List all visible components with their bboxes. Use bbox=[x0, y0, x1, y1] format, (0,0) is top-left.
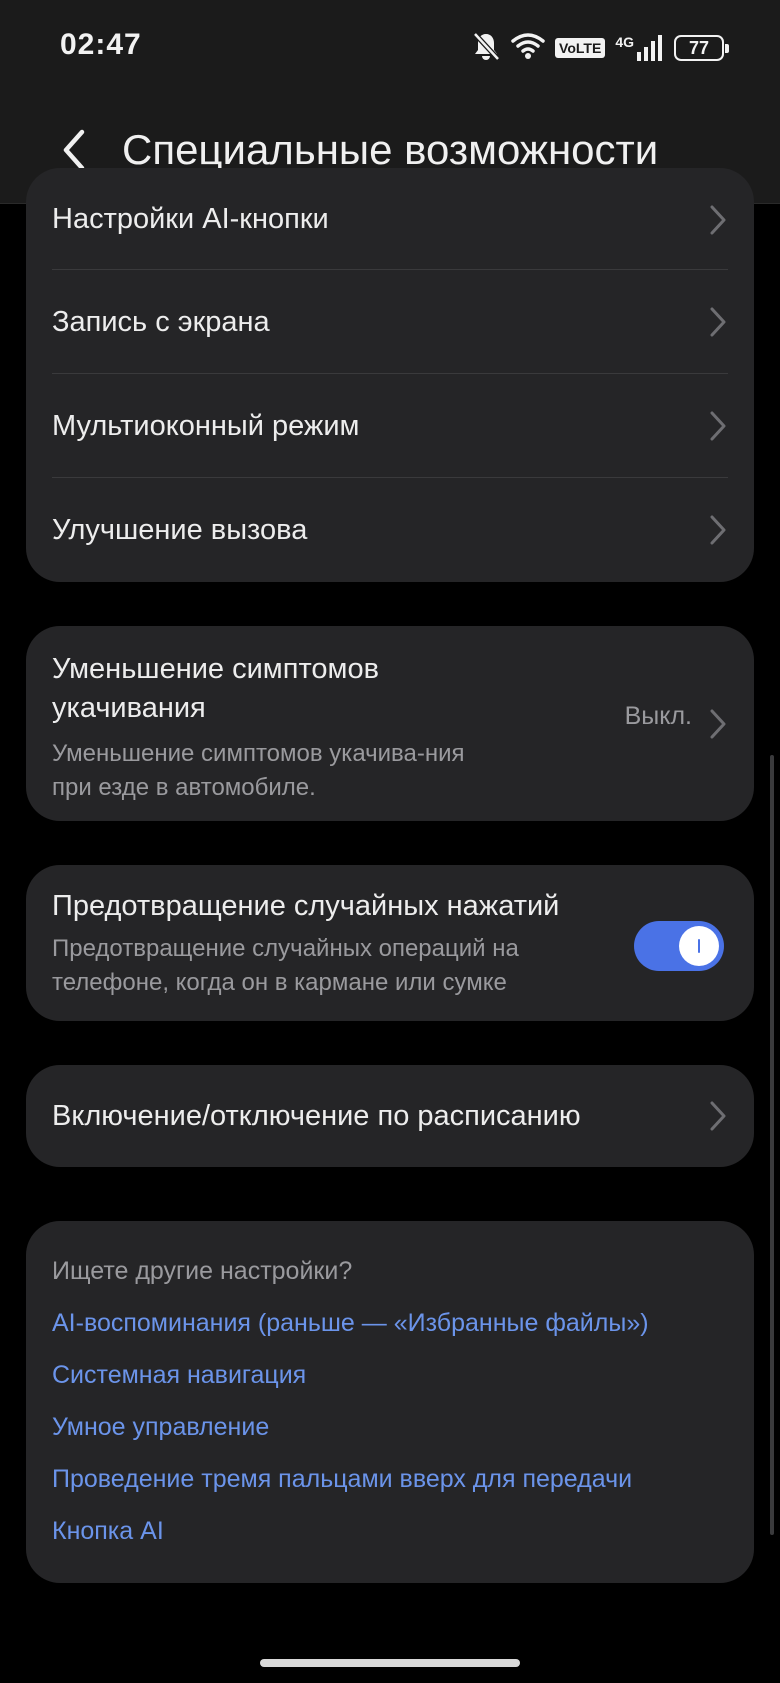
status-time: 02:47 bbox=[60, 28, 142, 61]
motion-sickness-subtitle: Уменьшение симптомов укачива-ния при езд… bbox=[52, 740, 465, 801]
row-label: Включение/отключение по расписанию bbox=[52, 1099, 581, 1132]
suggestion-link-system-nav[interactable]: Системная навигация bbox=[52, 1361, 306, 1390]
bell-off-icon bbox=[471, 30, 501, 67]
row-multiwindow[interactable]: Мультиоконный режим bbox=[26, 374, 754, 478]
schedule-card: Включение/отключение по расписанию bbox=[26, 1065, 754, 1167]
battery-icon: 77 bbox=[674, 35, 729, 61]
suggestion-link-ai-button[interactable]: Кнопка AI bbox=[52, 1517, 164, 1546]
accidental-touch-card: Предотвращение случайных нажатий Предотв… bbox=[26, 865, 754, 1021]
suggestions-title: Ищете другие настройки? bbox=[52, 1257, 353, 1285]
chevron-right-icon bbox=[710, 307, 726, 337]
row-label: Запись с экрана bbox=[52, 305, 270, 338]
chevron-right-icon bbox=[710, 709, 726, 738]
row-label: Улучшение вызова bbox=[52, 513, 308, 546]
chevron-left-icon bbox=[63, 129, 85, 171]
home-indicator[interactable] bbox=[260, 1659, 520, 1667]
battery-level: 77 bbox=[688, 37, 710, 58]
row-schedule-power[interactable]: Включение/отключение по расписанию bbox=[26, 1065, 754, 1167]
suggestion-link-ai-memories[interactable]: AI-воспоминания (раньше — «Избранные фай… bbox=[52, 1309, 649, 1338]
network-type: 4G bbox=[615, 34, 634, 50]
motion-sickness-title: Уменьшение симптомов укачивания bbox=[52, 653, 380, 724]
accidental-touch-toggle[interactable] bbox=[634, 921, 724, 971]
settings-card-main: Настройки AI-кнопки Запись с экрана Муль… bbox=[26, 168, 754, 582]
suggestion-link-smart-control[interactable]: Умное управление bbox=[52, 1413, 269, 1442]
status-bar: 02:47 VoLTE 4G 77 bbox=[0, 0, 780, 100]
row-label: Настройки AI-кнопки bbox=[52, 203, 329, 235]
wifi-icon bbox=[511, 32, 545, 65]
chevron-right-icon bbox=[710, 1101, 726, 1131]
accidental-touch-title: Предотвращение случайных нажатий bbox=[52, 890, 560, 922]
chevron-right-icon bbox=[710, 515, 726, 545]
row-ai-button-settings[interactable]: Настройки AI-кнопки bbox=[26, 168, 754, 270]
row-screen-record[interactable]: Запись с экрана bbox=[26, 270, 754, 374]
chevron-right-icon bbox=[710, 205, 726, 235]
chevron-right-icon bbox=[710, 411, 726, 441]
row-label: Мультиоконный режим bbox=[52, 409, 360, 442]
signal-icon: 4G bbox=[615, 34, 664, 62]
motion-sickness-value: Выкл. bbox=[624, 702, 692, 730]
accidental-touch-subtitle: Предотвращение случайных операций на тел… bbox=[52, 935, 519, 996]
suggestions-card: Ищете другие настройки? AI-воспоминания … bbox=[26, 1221, 754, 1583]
toggle-knob bbox=[679, 926, 719, 966]
volte-badge: VoLTE bbox=[555, 38, 606, 58]
motion-sickness-card[interactable]: Уменьшение симптомов укачивания Уменьшен… bbox=[26, 626, 754, 821]
status-icons: VoLTE 4G 77 bbox=[471, 30, 729, 67]
row-call-enhance[interactable]: Улучшение вызова bbox=[26, 478, 754, 582]
scrollbar[interactable] bbox=[770, 755, 774, 1535]
suggestion-link-three-finger[interactable]: Проведение тремя пальцами вверх для пере… bbox=[52, 1465, 632, 1494]
